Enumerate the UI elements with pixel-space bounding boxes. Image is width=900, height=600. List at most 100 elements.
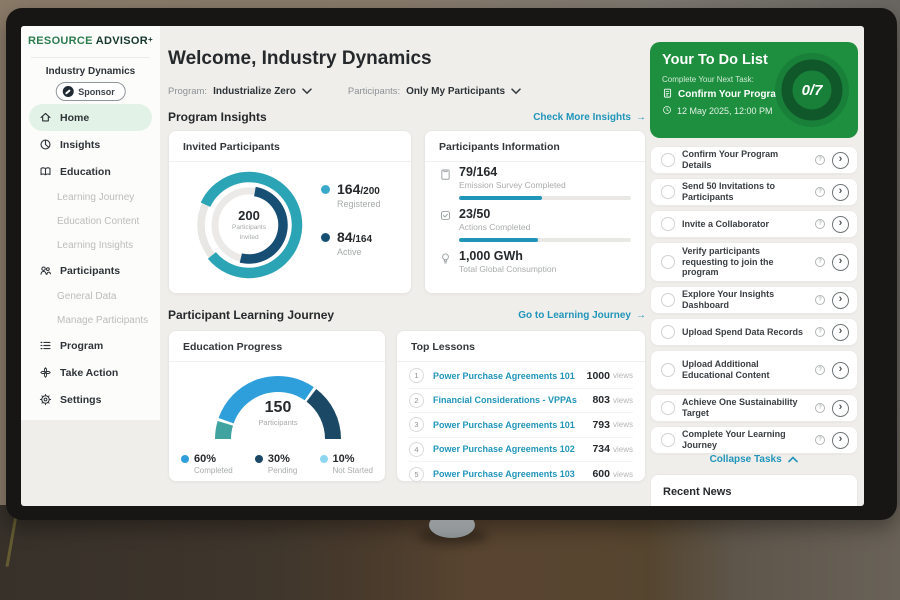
chevron-up-icon bbox=[784, 454, 798, 465]
chevron-right-icon[interactable]: › bbox=[832, 432, 849, 449]
chevron-right-icon[interactable]: › bbox=[832, 184, 849, 201]
gauge-center-label: 150 Participants bbox=[203, 399, 353, 427]
chevron-right-icon[interactable]: › bbox=[832, 152, 849, 169]
task-item[interactable]: Complete Your Learning Journey ? › bbox=[650, 426, 858, 454]
task-checkbox[interactable] bbox=[661, 217, 675, 231]
sidebar-item-education-content[interactable]: Education Content bbox=[21, 209, 160, 233]
check-more-insights-link[interactable]: Check More Insights → bbox=[533, 112, 646, 123]
document-icon bbox=[662, 87, 673, 102]
check-badge-icon bbox=[439, 209, 452, 227]
info-icon[interactable]: ? bbox=[815, 435, 825, 445]
lessons-list: 1 Power Purchase Agreements 101 1000view… bbox=[397, 362, 645, 487]
todo-task-list: Confirm Your Program Details ? › Send 50… bbox=[650, 146, 858, 454]
lightbulb-icon bbox=[439, 251, 452, 270]
task-item[interactable]: Invite a Collaborator ? › bbox=[650, 210, 858, 238]
lesson-link[interactable]: Power Purchase Agreements 101 bbox=[433, 371, 587, 381]
chevron-right-icon[interactable]: › bbox=[832, 216, 849, 233]
sponsor-badge[interactable]: Sponsor bbox=[55, 82, 126, 101]
people-icon bbox=[39, 264, 52, 277]
todo-summary-card: Your To Do List Complete Your Next Task:… bbox=[650, 42, 858, 138]
sidebar-item-settings[interactable]: Settings bbox=[29, 386, 152, 413]
task-item[interactable]: Explore Your Insights Dashboard ? › bbox=[650, 286, 858, 314]
participants-information-card: Participants Information 79/164 Emission… bbox=[424, 130, 646, 294]
page-title: Welcome, Industry Dynamics bbox=[168, 48, 432, 70]
task-checkbox[interactable] bbox=[661, 185, 675, 199]
chevron-down-icon bbox=[302, 82, 312, 100]
sidebar-item-learning-journey[interactable]: Learning Journey bbox=[21, 185, 160, 209]
book-icon bbox=[39, 165, 52, 178]
task-checkbox[interactable] bbox=[661, 293, 675, 307]
legend-item-completed: 60% Completed bbox=[181, 453, 233, 475]
arrow-right-icon: → bbox=[636, 310, 646, 321]
task-checkbox[interactable] bbox=[661, 401, 675, 415]
sidebar-item-general-data[interactable]: General Data bbox=[21, 284, 160, 308]
sidebar-item-label: Education bbox=[60, 166, 111, 178]
sidebar-item-insights[interactable]: Insights bbox=[29, 131, 152, 158]
lesson-link[interactable]: Power Purchase Agreements 103 bbox=[433, 469, 592, 479]
sidebar-item-home[interactable]: Home bbox=[29, 104, 152, 131]
sidebar-item-label: Program bbox=[60, 340, 103, 352]
program-dropdown[interactable]: Program: Industrialize Zero bbox=[168, 82, 312, 100]
task-item[interactable]: Confirm Your Program Details ? › bbox=[650, 146, 858, 174]
lesson-row: 3 Power Purchase Agreements 101 793views bbox=[409, 413, 633, 438]
sidebar-item-label: Participants bbox=[60, 265, 120, 277]
chevron-right-icon[interactable]: › bbox=[832, 292, 849, 309]
participants-dropdown[interactable]: Participants: Only My Participants bbox=[348, 82, 521, 100]
pinwheel-icon bbox=[39, 366, 52, 379]
lesson-row: 1 Power Purchase Agreements 101 1000view… bbox=[409, 364, 633, 389]
task-checkbox[interactable] bbox=[661, 255, 675, 269]
info-icon[interactable]: ? bbox=[815, 155, 825, 165]
legend-dot bbox=[255, 455, 263, 463]
chevron-right-icon[interactable]: › bbox=[832, 400, 849, 417]
sidebar-divider bbox=[31, 57, 150, 58]
chevron-right-icon[interactable]: › bbox=[832, 324, 849, 341]
sidebar-item-participants[interactable]: Participants bbox=[29, 257, 152, 284]
todo-subtitle: Complete Your Next Task: bbox=[662, 75, 754, 84]
info-icon[interactable]: ? bbox=[815, 403, 825, 413]
scene: RESOURCE ADVISOR+ Industry Dynamics Spon… bbox=[0, 0, 900, 600]
info-icon[interactable]: ? bbox=[815, 327, 825, 337]
info-icon[interactable]: ? bbox=[815, 365, 825, 375]
task-item[interactable]: Achieve One Sustainability Target ? › bbox=[650, 394, 858, 422]
recent-news-title: Recent News bbox=[651, 475, 857, 506]
task-checkbox[interactable] bbox=[661, 433, 675, 447]
card-title: Participants Information bbox=[425, 131, 645, 162]
chevron-right-icon[interactable]: › bbox=[832, 254, 849, 271]
chevron-right-icon[interactable]: › bbox=[832, 362, 849, 379]
lesson-link[interactable]: Power Purchase Agreements 102 bbox=[433, 444, 592, 454]
sidebar-item-program[interactable]: Program bbox=[29, 332, 152, 359]
monitor-bezel: RESOURCE ADVISOR+ Industry Dynamics Spon… bbox=[6, 8, 897, 520]
education-progress-card: Education Progress 150 Participants 60% … bbox=[168, 330, 386, 482]
logo-text-secondary: ADVISOR bbox=[96, 35, 148, 47]
sidebar-item-manage-participants[interactable]: Manage Participants bbox=[21, 308, 160, 332]
program-insights-header: Program Insights Check More Insights → bbox=[168, 110, 646, 124]
task-item[interactable]: Verify participants requesting to join t… bbox=[650, 242, 858, 282]
task-checkbox[interactable] bbox=[661, 325, 675, 339]
sidebar-item-education[interactable]: Education bbox=[29, 158, 152, 185]
rank-badge: 4 bbox=[409, 442, 424, 457]
info-icon[interactable]: ? bbox=[815, 295, 825, 305]
filter-bar: Program: Industrialize Zero Participants… bbox=[168, 82, 521, 100]
sidebar-nav: Home Insights Education Learning Journey… bbox=[21, 104, 160, 413]
task-item[interactable]: Send 50 Invitations to Participants ? › bbox=[650, 178, 858, 206]
sidebar-item-learning-insights[interactable]: Learning Insights bbox=[21, 233, 160, 257]
info-icon[interactable]: ? bbox=[815, 257, 825, 267]
task-checkbox[interactable] bbox=[661, 153, 675, 167]
lesson-link[interactable]: Financial Considerations - VPPAs bbox=[433, 395, 592, 405]
todo-progress-value: 0/7 bbox=[772, 50, 852, 130]
info-icon[interactable]: ? bbox=[815, 219, 825, 229]
app-logo: RESOURCE ADVISOR+ bbox=[21, 35, 160, 47]
go-to-learning-journey-link[interactable]: Go to Learning Journey → bbox=[518, 310, 646, 321]
legend-item-registered: 164/200 Registered bbox=[321, 181, 381, 209]
invited-participants-donut-chart: 200 ParticipantsInvited bbox=[193, 169, 305, 281]
insights-icon bbox=[39, 138, 52, 151]
legend-item-active: 84/164 Active bbox=[321, 229, 381, 257]
section-title: Program Insights bbox=[168, 110, 267, 124]
lesson-link[interactable]: Power Purchase Agreements 101 bbox=[433, 420, 592, 430]
task-checkbox[interactable] bbox=[661, 363, 675, 377]
info-icon[interactable]: ? bbox=[815, 187, 825, 197]
task-item[interactable]: Upload Additional Educational Content ? … bbox=[650, 350, 858, 390]
sidebar-item-take-action[interactable]: Take Action bbox=[29, 359, 152, 386]
collapse-tasks-link[interactable]: Collapse Tasks bbox=[650, 454, 858, 465]
task-item[interactable]: Upload Spend Data Records ? › bbox=[650, 318, 858, 346]
